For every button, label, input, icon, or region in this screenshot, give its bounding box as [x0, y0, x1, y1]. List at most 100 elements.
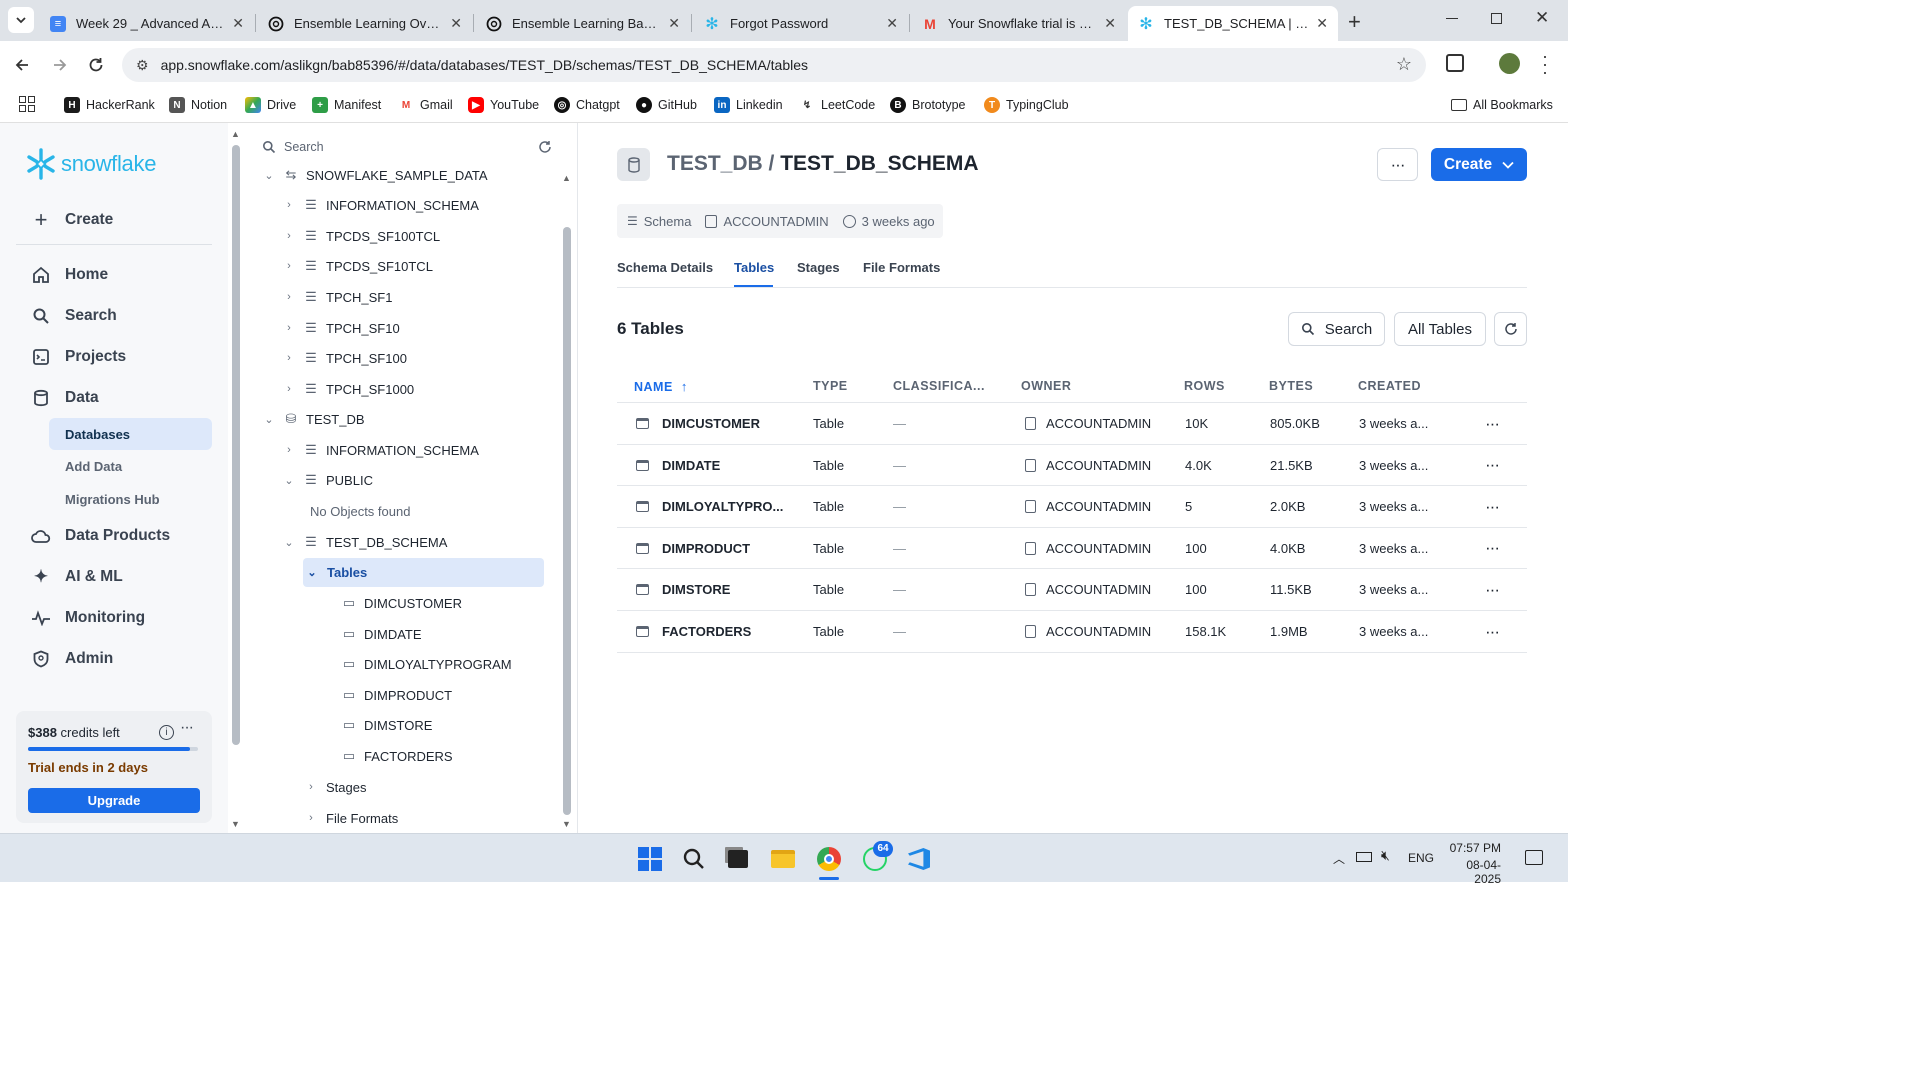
- task-view-icon[interactable]: [721, 842, 755, 876]
- search-button[interactable]: Search: [1288, 312, 1385, 346]
- all-bookmarks[interactable]: All Bookmarks: [1451, 94, 1553, 116]
- tree-file-formats[interactable]: › File Formats: [304, 806, 398, 830]
- table-row[interactable]: DIMPRODUCT Table — ACCOUNTADMIN 100 4.0KB 3 we…: [617, 528, 1527, 570]
- snowflake-logo[interactable]: snowflake: [24, 147, 156, 181]
- nav-home[interactable]: Home: [30, 264, 108, 286]
- chevron-right-icon[interactable]: ›: [282, 230, 296, 242]
- info-icon[interactable]: i: [159, 725, 174, 740]
- close-icon[interactable]: ✕: [1104, 15, 1116, 32]
- tree-schema[interactable]: › ☰ TPCH_SF100: [282, 346, 407, 370]
- nav-data-products[interactable]: Data Products: [30, 525, 170, 547]
- browser-tab[interactable]: Ensemble Learning Overvie ✕: [258, 6, 472, 41]
- col-classification[interactable]: CLASSIFICA...: [893, 379, 985, 393]
- table-row[interactable]: DIMSTORE Table — ACCOUNTADMIN 100 11.5KB 3 wee…: [617, 569, 1527, 611]
- tree-stages[interactable]: › Stages: [304, 775, 366, 799]
- browser-tab[interactable]: Ensemble Learning Baggin ✕: [476, 6, 690, 41]
- tray-chevron-icon[interactable]: ︿: [1333, 850, 1345, 867]
- nav-search[interactable]: Search: [30, 305, 117, 327]
- chevron-down-icon[interactable]: ⌄: [282, 536, 296, 549]
- bookmark-leetcode[interactable]: ↯ LeetCode: [799, 94, 875, 116]
- windows-start-icon[interactable]: [633, 842, 667, 876]
- cell-name[interactable]: DIMDATE: [662, 445, 720, 486]
- tree-schema[interactable]: › ☰ TPCH_SF1000: [282, 377, 414, 401]
- all-tables-filter[interactable]: All Tables: [1394, 312, 1486, 346]
- nav-monitoring[interactable]: Monitoring: [30, 607, 145, 629]
- star-icon[interactable]: ☆: [1396, 54, 1412, 75]
- avatar[interactable]: [1499, 53, 1520, 74]
- chevron-right-icon[interactable]: ›: [282, 352, 296, 364]
- cell-name[interactable]: DIMPRODUCT: [662, 528, 750, 569]
- browser-tab[interactable]: ✻ Forgot Password ✕: [694, 6, 908, 41]
- nav-scrollbar[interactable]: ▲ ▼: [231, 129, 241, 829]
- forward-icon[interactable]: [51, 56, 69, 74]
- close-icon[interactable]: ✕: [1316, 15, 1328, 32]
- bookmark-chatgpt[interactable]: ◎ Chatgpt: [554, 94, 620, 116]
- more-icon[interactable]: ···: [180, 719, 194, 737]
- col-bytes[interactable]: BYTES: [1269, 379, 1313, 393]
- row-more-icon[interactable]: ···: [1485, 569, 1500, 610]
- site-info-icon[interactable]: ⚙: [136, 57, 149, 74]
- bookmark-hackerrank[interactable]: H HackerRank: [64, 94, 155, 116]
- minimize-icon[interactable]: [1446, 18, 1458, 19]
- refresh-icon[interactable]: [538, 140, 552, 154]
- tree-table[interactable]: ▭ DIMCUSTOMER: [342, 591, 462, 615]
- bookmark-manifest[interactable]: + Manifest: [312, 94, 381, 116]
- chevron-right-icon[interactable]: ›: [282, 322, 296, 334]
- tree-table[interactable]: ▭ FACTORDERS: [342, 744, 453, 768]
- more-actions-button[interactable]: ···: [1377, 148, 1418, 181]
- bookmark-typingclub[interactable]: T TypingClub: [984, 94, 1069, 116]
- tab-search-button[interactable]: [8, 7, 34, 33]
- col-rows[interactable]: ROWS: [1184, 379, 1225, 393]
- battery-icon[interactable]: [1356, 852, 1372, 862]
- clock[interactable]: 07:57 PM 08-04-2025: [1447, 841, 1501, 886]
- restore-icon[interactable]: [1491, 13, 1502, 24]
- col-name[interactable]: NAME ↑: [634, 379, 688, 394]
- chevron-down-icon[interactable]: ⌄: [262, 169, 276, 182]
- close-icon[interactable]: ✕: [450, 15, 462, 32]
- cell-name[interactable]: DIMLOYALTYPRO...: [662, 486, 783, 527]
- chevron-down-icon[interactable]: ⌄: [305, 566, 319, 579]
- bookmark-gmail[interactable]: M Gmail: [398, 94, 453, 116]
- upgrade-button[interactable]: Upgrade: [28, 788, 200, 813]
- chevron-right-icon[interactable]: ›: [282, 260, 296, 272]
- row-more-icon[interactable]: ···: [1485, 528, 1500, 569]
- bookmark-youtube[interactable]: ▶ YouTube: [468, 94, 539, 116]
- bookmark-linkedin[interactable]: in Linkedin: [714, 94, 783, 116]
- close-icon[interactable]: ✕: [668, 15, 680, 32]
- tree-db-sample[interactable]: ⌄ ⇆ SNOWFLAKE_SAMPLE_DATA: [262, 163, 487, 187]
- language-indicator[interactable]: ENG: [1408, 851, 1434, 865]
- nav-admin[interactable]: Admin: [30, 648, 113, 670]
- nav-migrations-hub[interactable]: Migrations Hub: [49, 483, 212, 515]
- chevron-right-icon[interactable]: ›: [282, 199, 296, 211]
- tree-schema[interactable]: › ☰ TPCH_SF1: [282, 285, 392, 309]
- back-icon[interactable]: [13, 56, 31, 74]
- close-window-icon[interactable]: ✕: [1535, 8, 1549, 28]
- tree-schema-public[interactable]: ⌄ ☰ PUBLIC: [282, 468, 373, 492]
- chrome-icon[interactable]: [812, 842, 846, 876]
- vscode-icon[interactable]: [902, 842, 936, 876]
- col-created[interactable]: CREATED: [1358, 379, 1421, 393]
- extensions-icon[interactable]: [1446, 54, 1464, 72]
- tree-tables-folder[interactable]: ⌄ Tables: [303, 558, 544, 587]
- col-type[interactable]: TYPE: [813, 379, 848, 393]
- more-vert-icon[interactable]: · · ·: [1542, 47, 1548, 81]
- sort-asc-icon[interactable]: ↑: [681, 379, 688, 394]
- tree-db-test[interactable]: ⌄ ⛁ TEST_DB: [262, 407, 364, 431]
- table-row[interactable]: DIMDATE Table — ACCOUNTADMIN 4.0K 21.5KB 3 wee…: [617, 445, 1527, 487]
- col-owner[interactable]: OWNER: [1021, 379, 1071, 393]
- row-more-icon[interactable]: ···: [1485, 486, 1500, 527]
- browser-tab[interactable]: M Your Snowflake trial is endi ✕: [912, 6, 1126, 41]
- notifications-icon[interactable]: [1525, 850, 1543, 865]
- tab-stages[interactable]: Stages: [797, 260, 840, 275]
- close-icon[interactable]: ✕: [886, 15, 898, 32]
- apps-grid-icon[interactable]: [19, 96, 35, 112]
- close-icon[interactable]: ✕: [232, 15, 244, 32]
- table-row[interactable]: DIMLOYALTYPRO... Table — ACCOUNTADMIN 5 2.0KB…: [617, 486, 1527, 528]
- tab-file-formats[interactable]: File Formats: [863, 260, 940, 275]
- volume-muted-icon[interactable]: 🔇︎: [1381, 847, 1390, 864]
- cell-name[interactable]: DIMCUSTOMER: [662, 403, 760, 444]
- new-tab-button[interactable]: +: [1348, 9, 1361, 35]
- tree-scrollbar[interactable]: ▲ ▼: [562, 173, 572, 829]
- create-button[interactable]: Create: [1431, 148, 1527, 181]
- nav-ai-ml[interactable]: ✦ AI & ML: [30, 566, 123, 588]
